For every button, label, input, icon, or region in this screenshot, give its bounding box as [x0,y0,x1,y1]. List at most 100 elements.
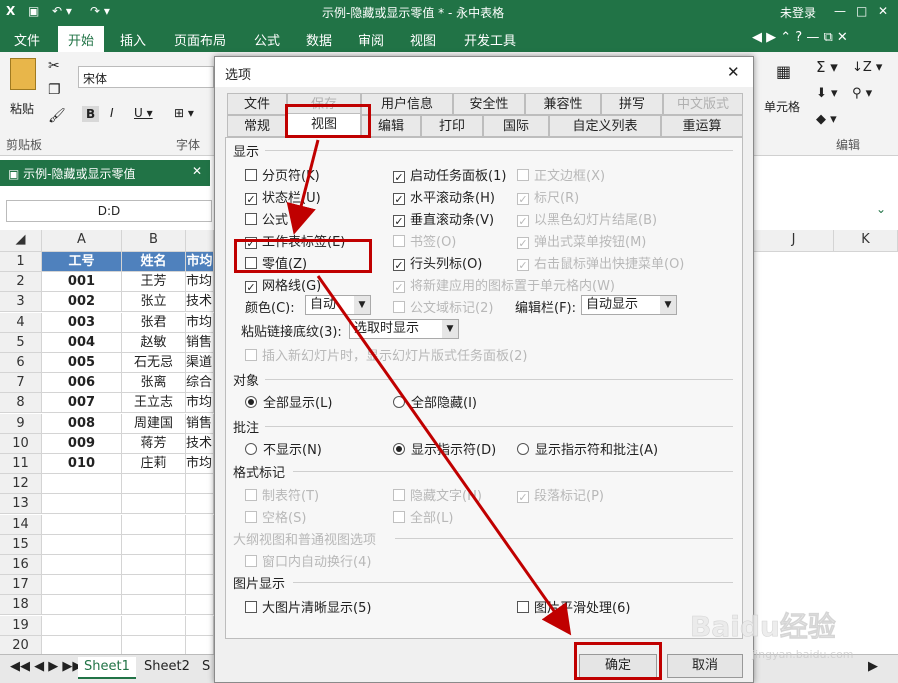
grid-cell[interactable] [186,494,214,515]
tab-custom-lists[interactable]: 自定义列表 [549,115,661,137]
row-header[interactable]: 18 [0,595,42,616]
row-header[interactable]: 12 [0,474,42,495]
grid-cell[interactable] [186,555,214,575]
paste-label[interactable]: 粘贴 [10,100,34,117]
row-header[interactable]: 8 [0,393,42,414]
menu-formula[interactable]: 公式 [254,30,280,49]
table-cell[interactable]: 张立 [122,292,186,313]
table-cell[interactable]: 渠道 [186,353,214,373]
checkbox-large-image-hd[interactable]: 大图片清晰显示(5) [245,597,371,616]
row-header[interactable]: 7 [0,373,42,394]
tab-general[interactable]: 常规 [227,115,287,137]
paste-icon[interactable] [10,58,36,90]
checkbox-page-break[interactable]: 分页符(K) [245,165,320,184]
clear-icon[interactable]: ◆ ▾ [816,112,837,127]
sheet-tab-2[interactable]: Sheet2 [138,657,196,679]
table-cell[interactable]: 销售 [186,413,214,434]
checkbox-ruler[interactable]: ✓ 标尺(R) [517,187,579,206]
find-icon[interactable]: ⚲ ▾ [852,86,872,101]
fill-icon[interactable]: ⬇ ▾ [816,86,838,101]
grid-cell[interactable] [186,575,214,596]
document-tab[interactable]: ▣ 示例-隐藏或显示零值 ✕ [0,160,210,186]
table-cell[interactable]: 市均 [186,454,214,474]
tab-print[interactable]: 打印 [421,115,483,137]
tab-recalc[interactable]: 重运算 [661,115,743,137]
tab-spelling[interactable]: 拼写 [601,93,663,115]
checkbox-text-border[interactable]: 正文边框(X) [517,165,605,184]
table-cell[interactable]: 张离 [122,373,186,394]
column-header-c[interactable] [186,230,214,252]
checkbox-space[interactable]: 空格(S) [245,507,306,526]
table-cell[interactable]: 002 [42,292,122,313]
save-icon[interactable]: ▣ [28,4,39,18]
grid-cell[interactable] [122,534,186,555]
tab-compatibility[interactable]: 兼容性 [525,93,601,115]
row-header[interactable]: 20 [0,635,42,656]
checkbox-task-pane[interactable]: ✓ 启动任务面板(1) [393,165,506,184]
column-header-b[interactable]: B [122,230,186,252]
editbar-select[interactable]: 自动显示 ▼ [581,295,677,315]
italic-button[interactable]: I [110,106,114,120]
grid-cell[interactable] [122,474,186,495]
menu-view[interactable]: 视图 [410,30,436,49]
select-all-corner[interactable]: ◢ [0,230,42,252]
table-cell[interactable]: 010 [42,454,122,474]
menu-home[interactable]: 开始 [58,26,105,52]
table-cell[interactable]: 技术 [186,292,214,313]
bold-button[interactable]: B [82,106,100,122]
grid-cell[interactable] [186,534,214,555]
table-cell[interactable]: 004 [42,332,122,353]
cancel-button[interactable]: 取消 [667,654,743,678]
table-cell[interactable]: 003 [42,312,122,333]
checkbox-icon-in-cell[interactable]: ✓ 将新建应用的图标置于单元格内(W) [393,275,615,294]
menu-insert[interactable]: 插入 [120,30,146,49]
table-cell[interactable]: 005 [42,353,122,373]
grid-cell[interactable] [42,514,122,535]
column-header-j[interactable]: J [754,230,834,252]
checkbox-doc-field-marks[interactable]: 公文域标记(2) [393,297,493,316]
table-header-cell[interactable]: 姓名 [122,252,186,272]
radio-hide-all-objects[interactable]: 全部隐藏(I) [393,392,477,411]
checkbox-right-click-menu[interactable]: ✓ 右击鼠标弹出快捷菜单(O) [517,253,684,272]
table-cell[interactable]: 007 [42,393,122,414]
table-header-cell[interactable]: 工号 [42,252,122,272]
table-cell[interactable]: 蒋芳 [122,433,186,454]
checkbox-popup-menu-button[interactable]: ✓ 弹出式菜单按钮(M) [517,231,646,250]
grid-cell[interactable] [122,575,186,596]
grid-cell[interactable] [42,615,122,636]
menu-file[interactable]: 文件 [14,30,40,49]
row-header[interactable]: 2 [0,272,42,293]
table-cell[interactable]: 006 [42,373,122,394]
table-cell[interactable]: 庄莉 [122,454,186,474]
table-cell[interactable]: 技术 [186,433,214,454]
checkbox-hidden-text[interactable]: 隐藏文字(H) [393,485,482,504]
format-painter-icon[interactable]: 🖌 [48,108,66,124]
grid-cell[interactable] [122,494,186,515]
grid-cell[interactable] [122,555,186,575]
tab-security[interactable]: 安全性 [453,93,525,115]
sheet-tab-1[interactable]: Sheet1 [78,657,136,679]
sort-icon[interactable]: ↓Z ▾ [852,60,882,75]
table-cell[interactable]: 008 [42,413,122,434]
menu-data[interactable]: 数据 [306,30,332,49]
checkbox-h-scrollbar[interactable]: ✓ 水平滚动条(H) [393,187,495,206]
border-button[interactable]: ⊞ ▾ [174,106,194,120]
radio-show-all-objects[interactable]: 全部显示(L) [245,392,332,411]
row-header[interactable]: 15 [0,534,42,555]
row-header[interactable]: 4 [0,312,42,333]
row-header[interactable]: 13 [0,494,42,515]
undo-icon[interactable]: ↶ ▾ [52,4,72,18]
table-cell[interactable]: 001 [42,272,122,293]
document-close-icon[interactable]: ✕ [192,164,202,178]
row-header[interactable]: 5 [0,332,42,353]
cells-icon[interactable]: ▦ [776,62,791,81]
table-cell[interactable]: 市均 [186,312,214,333]
grid-cell[interactable] [122,595,186,616]
row-header[interactable]: 1 [0,252,42,272]
table-cell[interactable]: 市均 [186,393,214,414]
checkbox-gridlines[interactable]: ✓ 网格线(G) [245,275,321,294]
cells-label[interactable]: 单元格 [764,98,800,115]
grid-cell[interactable] [42,474,122,495]
tab-chinese-layout[interactable]: 中文版式 [663,93,743,115]
tab-user-info[interactable]: 用户信息 [361,93,453,115]
